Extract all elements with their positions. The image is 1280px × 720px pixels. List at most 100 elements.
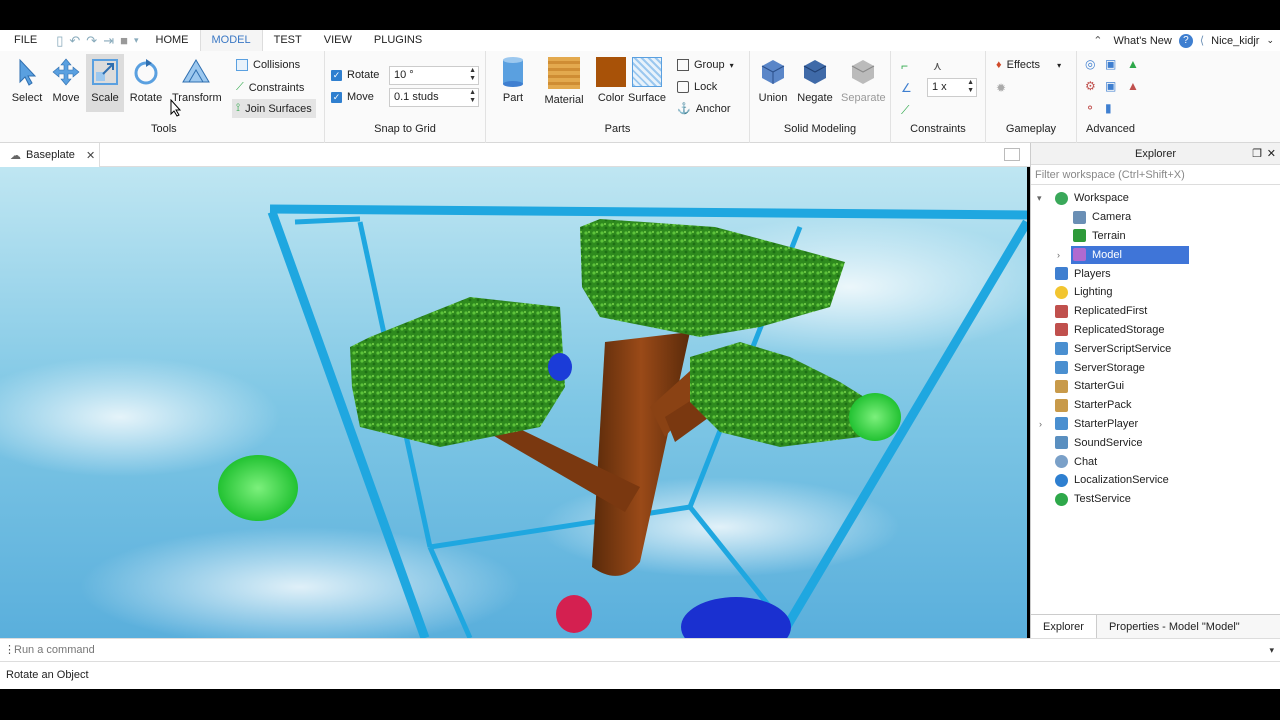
union-button[interactable]: Union bbox=[756, 57, 790, 104]
tree-item-soundservice[interactable]: SoundService bbox=[1031, 433, 1280, 452]
tab-test[interactable]: TEST bbox=[263, 30, 313, 51]
gameplay-settings-icon[interactable]: ✹ bbox=[996, 81, 1006, 95]
tree-item-chat[interactable]: Chat bbox=[1031, 452, 1280, 471]
tab-properties[interactable]: Properties - Model "Model" bbox=[1097, 615, 1252, 639]
advanced-module-icon[interactable]: ⚬ bbox=[1085, 101, 1095, 115]
move-snap-input[interactable]: 0.1 studs ▲ ▼ bbox=[389, 88, 479, 107]
user-menu-chevron-icon[interactable]: ⌄ bbox=[1266, 35, 1274, 46]
tree-item-camera[interactable]: Camera bbox=[1031, 208, 1280, 227]
command-bar[interactable]: ⋮ Run a command ▾ bbox=[0, 638, 1280, 662]
advanced-stop-icon[interactable]: ▲ bbox=[1127, 79, 1139, 93]
rotate-snap-checkbox[interactable]: ✓ Rotate bbox=[331, 69, 379, 81]
tab-explorer[interactable]: Explorer bbox=[1031, 614, 1097, 639]
rotate-snap-input[interactable]: 10 ° ▲ ▼ bbox=[389, 66, 479, 85]
tree-item-lighting[interactable]: Lighting bbox=[1031, 283, 1280, 302]
select-tool-button[interactable]: Select bbox=[8, 57, 46, 104]
tree-item-serverscriptservice[interactable]: ServerScriptService bbox=[1031, 339, 1280, 358]
tab-baseplate[interactable]: ☁ Baseplate ✕ bbox=[0, 143, 100, 167]
explorer-header: Explorer ❐ ✕ bbox=[1031, 143, 1280, 165]
green-sphere-right[interactable] bbox=[849, 393, 901, 441]
expand-arrow-icon[interactable]: › bbox=[1057, 250, 1060, 260]
advanced-group-icon[interactable]: ⚙ bbox=[1085, 79, 1096, 93]
expand-arrow-icon[interactable]: › bbox=[1039, 419, 1042, 429]
tree-item-testservice[interactable]: TestService bbox=[1031, 490, 1280, 509]
tree-item-terrain[interactable]: Terrain bbox=[1031, 227, 1280, 246]
collapse-arrow-icon[interactable]: ▾ bbox=[1037, 193, 1042, 204]
help-icon[interactable]: ? bbox=[1178, 33, 1193, 48]
tree-item-replicatedstorage[interactable]: ReplicatedStorage bbox=[1031, 321, 1280, 340]
join-surfaces-toggle[interactable]: ⟟ Join Surfaces bbox=[232, 99, 316, 118]
advanced-object-icon[interactable]: ◎ bbox=[1085, 57, 1095, 71]
transform-tool-button[interactable]: Transform bbox=[172, 57, 222, 104]
tree-item-replicatedfirst[interactable]: ReplicatedFirst bbox=[1031, 302, 1280, 321]
surface-button[interactable]: Surface bbox=[628, 57, 666, 104]
align-icon[interactable]: ⌐ bbox=[901, 59, 908, 73]
advanced-module-script-icon[interactable]: ▮ bbox=[1105, 101, 1112, 115]
negate-icon bbox=[800, 57, 830, 87]
share-icon[interactable]: ⟨ bbox=[1200, 34, 1204, 47]
blue-sphere-small[interactable] bbox=[548, 353, 572, 381]
menu-file[interactable]: FILE bbox=[0, 30, 48, 51]
scale-tool-button[interactable]: Scale bbox=[86, 54, 124, 112]
tree-item-startergui[interactable]: StarterGui bbox=[1031, 377, 1280, 396]
tab-overflow-icon[interactable] bbox=[1004, 148, 1020, 161]
tree-item-starterpack[interactable]: StarterPack bbox=[1031, 396, 1280, 415]
advanced-run-icon[interactable]: ▲ bbox=[1127, 57, 1139, 71]
effects-button[interactable]: ♦ Effects ▾ bbox=[996, 59, 1061, 71]
constraint-scale-input[interactable]: 1 x ▲ ▼ bbox=[927, 78, 977, 97]
material-button[interactable]: Material bbox=[543, 57, 585, 106]
move-snap-spinner-icon[interactable]: ▲ ▼ bbox=[469, 89, 476, 105]
rotate-snap-spinner-icon[interactable]: ▲ ▼ bbox=[469, 67, 476, 83]
weld-icon[interactable]: ⟋ bbox=[901, 103, 909, 118]
tab-view[interactable]: VIEW bbox=[313, 30, 363, 51]
anchor-button[interactable]: ⚓ Anchor bbox=[677, 102, 731, 116]
advanced-local-icon[interactable]: ▣ bbox=[1105, 79, 1116, 93]
tree-item-model[interactable]: › Model bbox=[1031, 245, 1280, 264]
tree-item-starterplayer[interactable]: › StarterPlayer bbox=[1031, 415, 1280, 434]
pivot-icon[interactable]: ⋏ bbox=[933, 59, 942, 73]
advanced-script-icon[interactable]: ▣ bbox=[1105, 57, 1116, 71]
menu-right: ⌃ What's New ? ⟨ Nice_kidjr ⌄ bbox=[1093, 30, 1274, 51]
redo-icon[interactable]: ↷ bbox=[86, 33, 97, 49]
constraint-scale-spinner-icon[interactable]: ▲ ▼ bbox=[967, 79, 974, 95]
collapse-ribbon-icon[interactable]: ⌃ bbox=[1093, 34, 1102, 47]
effects-dropdown-icon[interactable]: ▾ bbox=[1057, 61, 1061, 70]
scale-icon bbox=[90, 57, 120, 87]
command-history-dropdown-icon[interactable]: ▾ bbox=[1269, 639, 1274, 661]
3d-viewport[interactable] bbox=[0, 167, 1027, 638]
negate-button[interactable]: Negate bbox=[796, 57, 834, 104]
close-tab-icon[interactable]: ✕ bbox=[86, 149, 95, 162]
stop-icon[interactable]: ■ bbox=[120, 33, 128, 48]
quick-access-dropdown-icon[interactable]: ▾ bbox=[134, 35, 139, 46]
constraints-toggle[interactable]: ⟋ Constraints bbox=[236, 81, 304, 94]
explorer-undock-icon[interactable]: ❐ bbox=[1252, 143, 1262, 165]
collisions-toggle[interactable]: Collisions bbox=[236, 59, 300, 71]
group-button[interactable]: Group ▾ bbox=[677, 59, 734, 71]
tree-item-localizationservice[interactable]: LocalizationService bbox=[1031, 471, 1280, 490]
tab-home[interactable]: HOME bbox=[145, 30, 200, 51]
part-button[interactable]: Part bbox=[494, 57, 532, 104]
whats-new-link[interactable]: What's New bbox=[1114, 35, 1172, 47]
lock-button[interactable]: Lock bbox=[677, 81, 717, 93]
green-sphere-left[interactable] bbox=[218, 455, 298, 521]
replicated-first-icon bbox=[1055, 304, 1068, 318]
tab-plugins[interactable]: PLUGINS bbox=[363, 30, 433, 51]
play-icon[interactable]: ⇥ bbox=[103, 33, 114, 49]
move-snap-checkbox[interactable]: ✓ Move bbox=[331, 91, 374, 103]
separate-button[interactable]: Separate bbox=[841, 57, 886, 104]
explorer-close-icon[interactable]: ✕ bbox=[1267, 143, 1276, 165]
new-file-icon[interactable]: ▯ bbox=[56, 33, 63, 49]
username[interactable]: Nice_kidjr bbox=[1211, 35, 1259, 47]
tree-item-serverstorage[interactable]: ServerStorage bbox=[1031, 358, 1280, 377]
rotate-tool-button[interactable]: Rotate bbox=[127, 57, 165, 104]
tree-item-players[interactable]: Players bbox=[1031, 264, 1280, 283]
explorer-filter-input[interactable]: Filter workspace (Ctrl+Shift+X) bbox=[1031, 165, 1280, 185]
tab-model[interactable]: MODEL bbox=[199, 30, 263, 51]
axis-icon[interactable]: ∠ bbox=[901, 81, 912, 95]
undo-icon[interactable]: ↶ bbox=[69, 33, 80, 49]
color-button[interactable]: Color bbox=[592, 57, 630, 104]
tree-item-workspace[interactable]: ▾ Workspace bbox=[1031, 189, 1280, 208]
red-sphere[interactable] bbox=[556, 595, 592, 633]
group-dropdown-icon[interactable]: ▾ bbox=[730, 61, 734, 70]
move-tool-button[interactable]: Move bbox=[47, 57, 85, 104]
